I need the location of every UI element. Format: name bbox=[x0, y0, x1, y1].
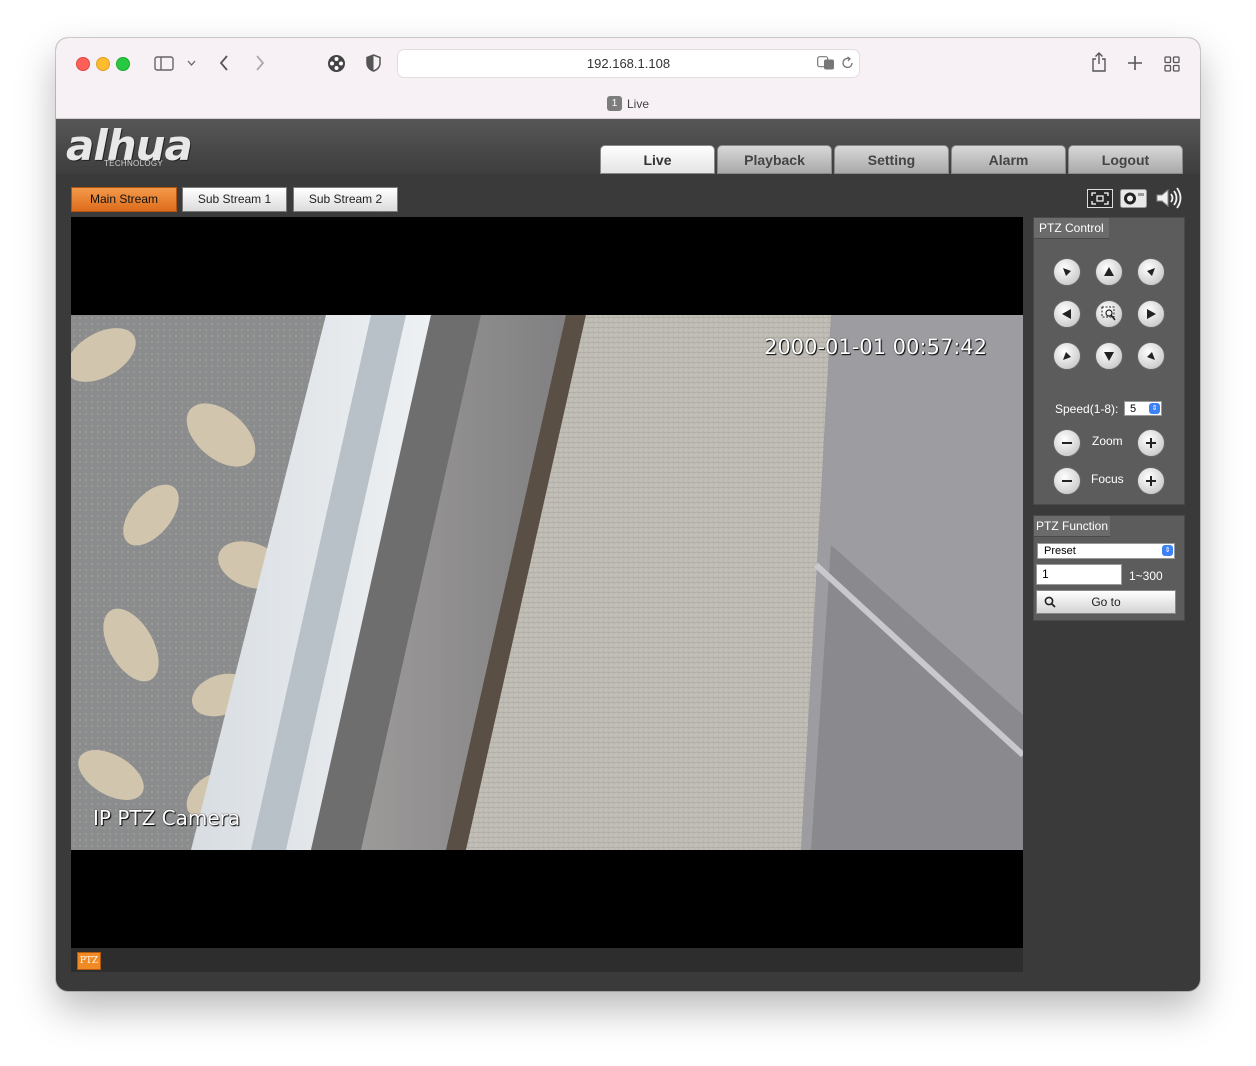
reload-icon[interactable] bbox=[841, 56, 854, 70]
ptz-up-button[interactable] bbox=[1095, 258, 1123, 286]
video-status-bar: PTZ bbox=[71, 948, 1023, 972]
osd-camera-name: IP PTZ Camera bbox=[93, 806, 241, 830]
address-bar[interactable]: 192.168.1.108 bbox=[397, 49, 860, 78]
browser-toolbar: 192.168.1.108 1 Live bbox=[56, 38, 1200, 119]
tab-setting[interactable]: Setting bbox=[834, 145, 949, 174]
ptz-function-panel: PTZ Function Preset ⇕ 1 1~300 Go to bbox=[1033, 515, 1185, 621]
new-tab-icon[interactable] bbox=[1128, 56, 1142, 70]
arrow-down-right-icon bbox=[1147, 352, 1155, 360]
speed-label: Speed(1-8): bbox=[1055, 402, 1119, 416]
ptz-down-right-button[interactable] bbox=[1137, 342, 1165, 370]
zoom-region-icon bbox=[1101, 306, 1116, 321]
minus-icon bbox=[1062, 480, 1072, 482]
share-icon[interactable] bbox=[1091, 52, 1107, 72]
translate-icon[interactable] bbox=[817, 56, 835, 70]
osd-timestamp: 2000-01-01 00:57:42 bbox=[763, 335, 987, 359]
ptz-function-value: Preset bbox=[1044, 545, 1076, 557]
ptz-auto-button[interactable] bbox=[1095, 300, 1123, 328]
arrow-up-right-icon bbox=[1147, 268, 1155, 276]
arrow-down-icon bbox=[1104, 352, 1114, 361]
ptz-right-button[interactable] bbox=[1137, 300, 1165, 328]
arrow-up-icon bbox=[1104, 267, 1114, 276]
tab-logout[interactable]: Logout bbox=[1068, 145, 1183, 174]
camera-image bbox=[71, 315, 1023, 850]
plus-icon bbox=[1146, 438, 1156, 448]
tab-alarm[interactable]: Alarm bbox=[951, 145, 1066, 174]
focus-near-button[interactable] bbox=[1053, 467, 1081, 495]
maximize-window-button[interactable] bbox=[116, 57, 130, 71]
record-icon[interactable] bbox=[1120, 189, 1147, 208]
camera-frame: 2000-01-01 00:57:42 IP PTZ Camera bbox=[71, 315, 1023, 850]
main-stream-button[interactable]: Main Stream bbox=[71, 187, 177, 212]
goto-preset-button[interactable]: Go to bbox=[1036, 590, 1176, 614]
minus-icon bbox=[1062, 442, 1072, 444]
ptz-control-panel: PTZ Control Speed(1-8): 5 ⇕ Zoom Focus bbox=[1033, 217, 1185, 505]
back-icon[interactable] bbox=[219, 55, 229, 71]
preset-number-input[interactable]: 1 bbox=[1036, 564, 1122, 585]
focus-far-button[interactable] bbox=[1137, 467, 1165, 495]
chevron-down-icon[interactable] bbox=[187, 60, 196, 66]
tab-live[interactable]: Live bbox=[600, 145, 715, 174]
search-icon bbox=[1044, 596, 1056, 608]
goto-label: Go to bbox=[1091, 595, 1121, 609]
fullscreen-icon[interactable] bbox=[1087, 189, 1113, 208]
speed-value: 5 bbox=[1130, 403, 1137, 415]
sidebar-icon[interactable] bbox=[154, 56, 174, 71]
tab-count-badge: 1 bbox=[607, 96, 622, 111]
arrow-left-icon bbox=[1062, 309, 1071, 319]
tab-overview-icon[interactable] bbox=[1164, 56, 1180, 72]
zoom-out-button[interactable] bbox=[1053, 429, 1081, 457]
speed-select[interactable]: 5 ⇕ bbox=[1124, 401, 1162, 416]
shield-icon[interactable] bbox=[366, 54, 381, 72]
ptz-up-right-button[interactable] bbox=[1137, 258, 1165, 286]
ptz-left-button[interactable] bbox=[1053, 300, 1081, 328]
ptz-down-left-button[interactable] bbox=[1053, 342, 1081, 370]
arrow-up-left-icon bbox=[1063, 268, 1071, 276]
sub-stream-2-button[interactable]: Sub Stream 2 bbox=[293, 187, 398, 212]
forward-icon[interactable] bbox=[255, 55, 265, 71]
select-arrows-icon: ⇕ bbox=[1149, 403, 1160, 414]
extension-icon[interactable] bbox=[327, 54, 346, 73]
focus-label: Focus bbox=[1091, 472, 1124, 486]
close-window-button[interactable] bbox=[76, 57, 90, 71]
plus-icon bbox=[1146, 476, 1156, 486]
preset-range-label: 1~300 bbox=[1129, 569, 1163, 583]
minimize-window-button[interactable] bbox=[96, 57, 110, 71]
tab-title[interactable]: Live bbox=[627, 97, 649, 111]
select-arrows-icon: ⇕ bbox=[1162, 545, 1173, 556]
video-player[interactable]: 2000-01-01 00:57:42 IP PTZ Camera bbox=[71, 217, 1023, 948]
ptz-control-title: PTZ Control bbox=[1034, 218, 1109, 239]
arrow-down-left-icon bbox=[1063, 352, 1071, 360]
sub-stream-1-button[interactable]: Sub Stream 1 bbox=[182, 187, 287, 212]
url-text: 192.168.1.108 bbox=[586, 56, 671, 71]
zoom-in-button[interactable] bbox=[1137, 429, 1165, 457]
ptz-up-left-button[interactable] bbox=[1053, 258, 1081, 286]
ptz-toggle-button[interactable]: PTZ bbox=[77, 952, 101, 970]
browser-window: 192.168.1.108 1 Live alhua TECHNOLOGY Li… bbox=[56, 38, 1200, 991]
audio-icon[interactable] bbox=[1155, 187, 1183, 209]
zoom-label: Zoom bbox=[1092, 434, 1123, 448]
app-header: alhua TECHNOLOGY Live Playback Setting A… bbox=[56, 119, 1200, 174]
ptz-function-select[interactable]: Preset ⇕ bbox=[1037, 543, 1175, 559]
ptz-function-title: PTZ Function bbox=[1034, 516, 1111, 537]
ptz-down-button[interactable] bbox=[1095, 342, 1123, 370]
logo-tagline: TECHNOLOGY bbox=[104, 159, 164, 168]
tab-playback[interactable]: Playback bbox=[717, 145, 832, 174]
arrow-right-icon bbox=[1147, 309, 1156, 319]
